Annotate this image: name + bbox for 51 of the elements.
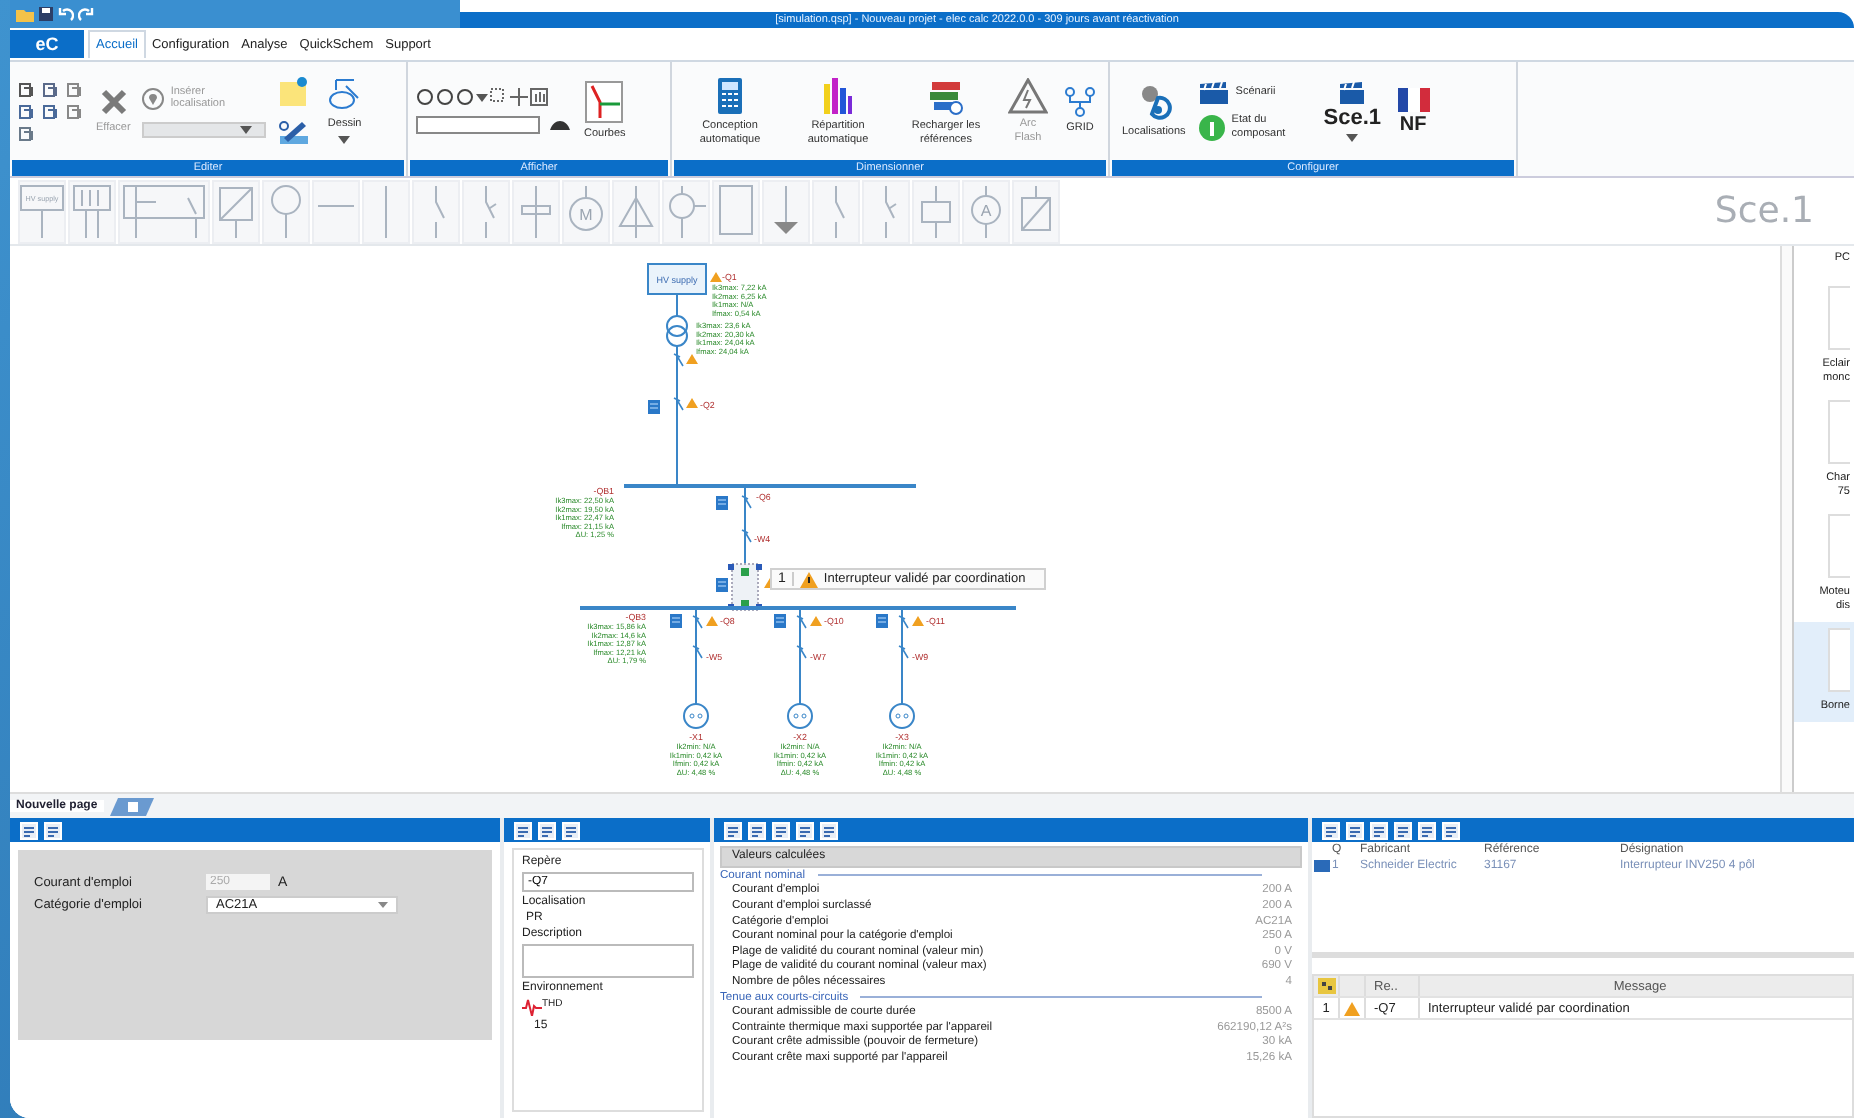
flag-icon <box>1397 87 1430 111</box>
redo-icon[interactable] <box>78 6 94 22</box>
supply-box[interactable] <box>647 263 707 295</box>
books-icon <box>928 76 964 116</box>
breaker-symbol[interactable] <box>692 611 703 635</box>
switch-symbol[interactable] <box>898 641 909 665</box>
socket-symbol[interactable] <box>889 703 915 729</box>
caret-icon <box>378 902 388 908</box>
selected-switch-symbol[interactable] <box>728 563 762 611</box>
flag-grid-icon <box>1317 978 1335 994</box>
save-icon[interactable] <box>38 6 54 22</box>
new-page-tab-icon[interactable] <box>109 797 154 815</box>
warning-triangle-icon <box>1008 78 1048 114</box>
network-nodes-icon <box>1064 86 1096 119</box>
ink-icon[interactable] <box>548 116 572 134</box>
switch-symbol[interactable] <box>796 641 807 665</box>
sticky-note-icon <box>278 76 311 108</box>
clapperboard-icon <box>1197 81 1230 103</box>
switch-symbol[interactable] <box>673 393 684 417</box>
breaker-symbol[interactable] <box>796 611 807 635</box>
search-field[interactable] <box>416 116 540 134</box>
ribbon-button[interactable]: Sce.1 <box>1319 81 1386 141</box>
socket-symbol[interactable] <box>683 703 709 729</box>
product-icon <box>1314 860 1330 872</box>
calculator-icon <box>716 76 744 116</box>
curve-chart-icon <box>584 80 625 125</box>
cross-icon <box>97 86 130 119</box>
ribbon-button[interactable]: NF <box>1393 87 1434 135</box>
pen-edit-icon <box>278 118 311 146</box>
transformer-symbol[interactable] <box>666 315 688 347</box>
breaker-symbol[interactable] <box>898 611 909 635</box>
warning-icon <box>799 571 818 587</box>
move-icon[interactable] <box>510 88 528 106</box>
waveform-icon <box>522 998 542 1016</box>
bar-chart-icon <box>822 76 854 116</box>
select-area-icon[interactable] <box>490 88 508 106</box>
app-menu-button[interactable]: eC <box>10 30 84 58</box>
breaker-symbol[interactable] <box>673 349 684 373</box>
drawing-tools-icon <box>326 78 363 115</box>
status-bulb-icon <box>1197 113 1226 141</box>
clapperboard-icon <box>1338 81 1367 103</box>
switch-symbol[interactable] <box>741 525 752 549</box>
caret-icon <box>476 93 488 101</box>
switchgear-symbol-icon[interactable] <box>70 181 114 241</box>
description-field[interactable] <box>522 944 694 978</box>
switch-symbol[interactable] <box>692 641 703 665</box>
socket-symbol[interactable] <box>787 703 813 729</box>
scenario-label: Sce.1 <box>1714 190 1814 232</box>
switch-panel-symbol-icon[interactable] <box>120 181 208 241</box>
breaker-symbol[interactable] <box>741 491 752 515</box>
caret-icon <box>240 125 253 133</box>
